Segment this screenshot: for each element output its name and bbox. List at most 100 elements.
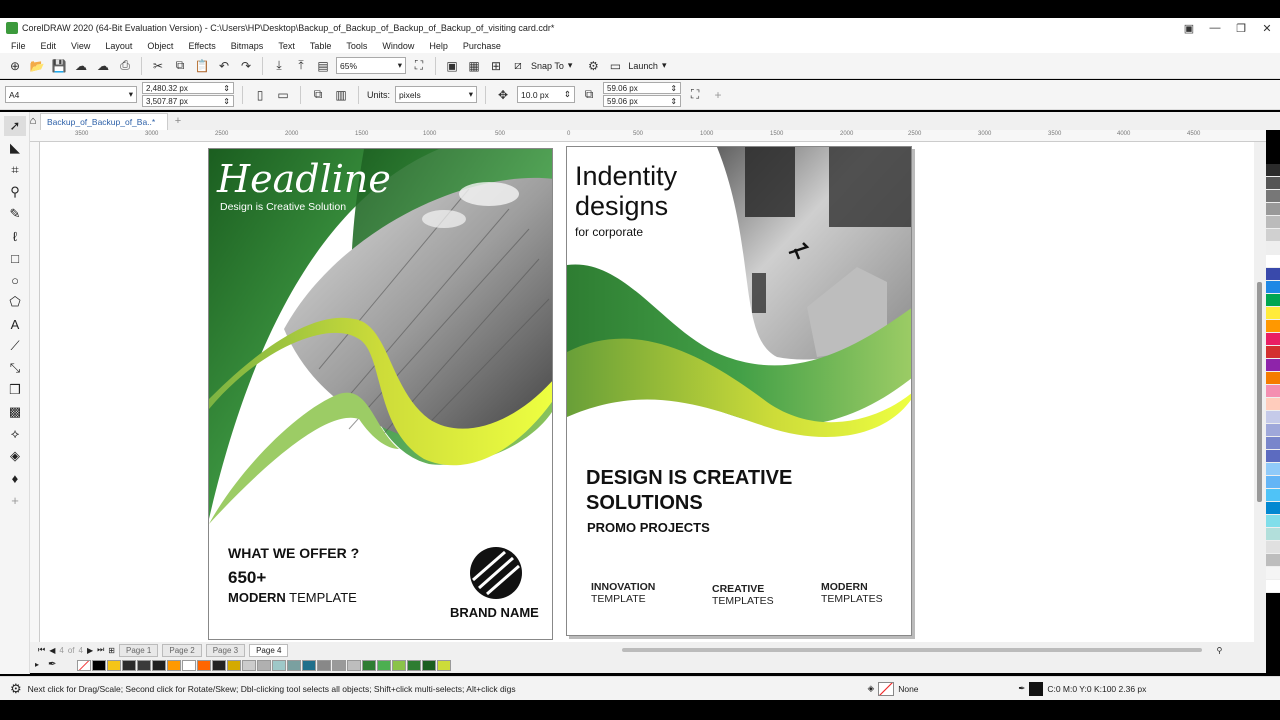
launch-dropdown[interactable]: Launch	[628, 61, 658, 71]
palette-swatch[interactable]	[182, 660, 196, 671]
palette-swatch[interactable]	[1266, 372, 1280, 385]
palette-swatch[interactable]	[1266, 515, 1280, 528]
artistic-media-icon[interactable]: ℓ	[4, 226, 26, 246]
palette-swatch[interactable]	[1266, 398, 1280, 411]
dimension-tool-icon[interactable]: ⟋	[4, 336, 26, 356]
snap-to-dropdown[interactable]: Snap To	[531, 61, 564, 71]
page-tab-2[interactable]: Page 2	[162, 643, 202, 657]
duplicate-y-field[interactable]: 59.06 px ⇕	[603, 95, 682, 107]
chevron-down-icon[interactable]: ▾	[568, 60, 573, 71]
palette-swatch[interactable]	[1266, 476, 1280, 489]
page-prev-icon[interactable]: ◀	[49, 646, 55, 655]
palette-swatch[interactable]	[197, 660, 211, 671]
palette-swatch[interactable]	[137, 660, 151, 671]
palette-swatch[interactable]	[1266, 268, 1280, 281]
palette-swatch[interactable]	[92, 660, 106, 671]
menu-layout[interactable]: Layout	[105, 41, 132, 51]
palette-swatch[interactable]	[227, 660, 241, 671]
polygon-tool-icon[interactable]: ⬠	[4, 292, 26, 312]
zoom-icon[interactable]: ⚲	[1216, 646, 1222, 655]
guidelines-icon[interactable]: ⊞	[487, 57, 505, 75]
menu-file[interactable]: File	[11, 41, 26, 51]
palette-swatch[interactable]	[1266, 281, 1280, 294]
menu-tools[interactable]: Tools	[346, 41, 367, 51]
import-icon[interactable]: ⤓	[270, 57, 288, 75]
all-pages-icon[interactable]: ⧉	[309, 86, 327, 104]
palette-swatch[interactable]	[212, 660, 226, 671]
copy-icon[interactable]: ⧉	[171, 57, 189, 75]
palette-swatch[interactable]	[347, 660, 361, 671]
snap-icon[interactable]: ⧄	[509, 57, 527, 75]
palette-swatch[interactable]	[152, 660, 166, 671]
palette-swatch[interactable]	[1266, 255, 1280, 268]
freehand-tool-icon[interactable]: ✎	[4, 204, 26, 224]
fill-swatch[interactable]	[878, 681, 895, 696]
page-width-field[interactable]: 2,480.32 px ⇕	[142, 82, 234, 94]
palette-swatch[interactable]	[167, 660, 181, 671]
full-screen-icon[interactable]: ▣	[443, 57, 461, 75]
page-size-select[interactable]: A4 ▾	[5, 86, 137, 103]
palette-swatch[interactable]	[1266, 359, 1280, 372]
gear-icon[interactable]: ⚙	[10, 681, 22, 697]
open-icon[interactable]: 📂	[28, 57, 46, 75]
current-page-icon[interactable]: ▥	[332, 86, 350, 104]
palette-swatch[interactable]	[1266, 203, 1280, 216]
palette-swatch[interactable]	[1266, 567, 1280, 580]
palette-swatch[interactable]	[1266, 424, 1280, 437]
palette-swatch[interactable]	[1266, 242, 1280, 255]
portrait-icon[interactable]: ▯	[251, 86, 269, 104]
eyedropper-icon[interactable]: ✒	[48, 659, 56, 670]
palette-swatch[interactable]	[1266, 164, 1280, 177]
palette-swatch[interactable]	[1266, 411, 1280, 424]
bleed-icon[interactable]: ⛶	[686, 86, 704, 104]
menu-object[interactable]: Object	[147, 41, 173, 51]
palette-swatch[interactable]	[1266, 450, 1280, 463]
page-last-icon[interactable]: ⏭	[97, 645, 104, 655]
horizontal-scrollbar[interactable]	[622, 648, 1203, 652]
export-icon[interactable]: ⤒	[292, 57, 310, 75]
rectangle-tool-icon[interactable]: □	[4, 248, 26, 268]
cloud-download-icon[interactable]: ☁	[72, 57, 90, 75]
palette-swatch[interactable]	[1266, 346, 1280, 359]
duplicate-x-field[interactable]: 59.06 px ⇕	[603, 82, 682, 94]
pick-tool-icon[interactable]: ➚	[4, 116, 26, 136]
menu-purchase[interactable]: Purchase	[463, 41, 501, 51]
page-tab-1[interactable]: Page 1	[119, 643, 159, 657]
palette-swatch[interactable]	[302, 660, 316, 671]
help-icon[interactable]: ▣	[1176, 22, 1202, 35]
palette-swatch[interactable]	[1266, 580, 1280, 593]
units-select[interactable]: pixels ▾	[395, 86, 478, 103]
palette-expand-icon[interactable]: ▸	[35, 660, 39, 669]
nudge-distance-field[interactable]: 10.0 px ⇕	[517, 86, 576, 103]
menu-table[interactable]: Table	[310, 41, 332, 51]
menu-view[interactable]: View	[71, 41, 90, 51]
undo-icon[interactable]: ↶	[215, 57, 233, 75]
menu-effects[interactable]: Effects	[188, 41, 215, 51]
new-tab-button[interactable]: +	[170, 113, 186, 129]
add-page-icon[interactable]: ⊞	[108, 646, 115, 655]
chevron-down-icon[interactable]: ▾	[662, 60, 667, 71]
palette-swatch[interactable]	[287, 660, 301, 671]
palette-swatch[interactable]	[332, 660, 346, 671]
text-tool-icon[interactable]: A	[4, 314, 26, 334]
palette-swatch[interactable]	[1266, 528, 1280, 541]
ellipse-tool-icon[interactable]: ○	[4, 270, 26, 290]
menu-text[interactable]: Text	[278, 41, 295, 51]
palette-swatch[interactable]	[1266, 554, 1280, 567]
zoom-fit-icon[interactable]: ⛶	[410, 57, 428, 75]
add-icon[interactable]: +	[709, 86, 727, 104]
outline-swatch[interactable]	[1029, 681, 1044, 696]
save-icon[interactable]: 💾	[50, 57, 68, 75]
eyedropper-tool-icon[interactable]: ⟡	[4, 424, 26, 444]
zoom-level-select[interactable]: 65% ▾	[336, 57, 406, 74]
restore-button[interactable]: ❐	[1228, 22, 1254, 35]
document-tab[interactable]: Backup_of_Backup_of_Ba..*	[40, 113, 168, 130]
add-tool-icon[interactable]: +	[4, 490, 26, 510]
drop-shadow-tool-icon[interactable]: ❒	[4, 380, 26, 400]
palette-swatch[interactable]	[1266, 385, 1280, 398]
close-button[interactable]: ✕	[1254, 22, 1280, 35]
flyer-left[interactable]: Headline Design is Creative Solution WHA…	[208, 148, 553, 640]
palette-swatch[interactable]	[1266, 320, 1280, 333]
launch-icon[interactable]: ▭	[606, 57, 624, 75]
gear-icon[interactable]: ⚙	[584, 57, 602, 75]
